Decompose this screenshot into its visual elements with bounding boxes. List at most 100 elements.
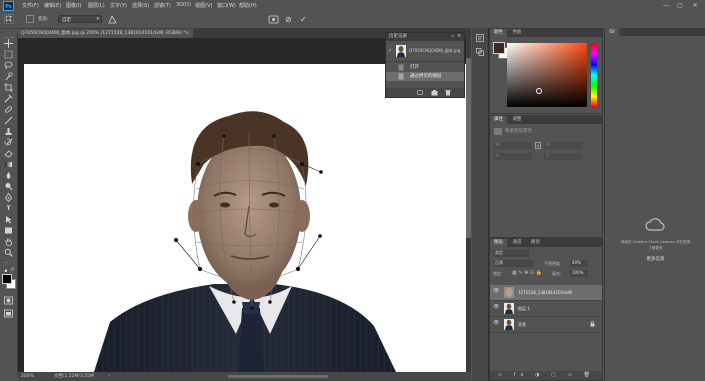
new-document-from-state-icon[interactable] xyxy=(417,90,423,95)
brush-tool-icon[interactable] xyxy=(4,116,13,125)
reference-point-icon[interactable] xyxy=(26,15,34,23)
menu-edit[interactable]: 编辑(E) xyxy=(44,2,61,9)
layer-actions-icons[interactable]: ∞ fx ◑ ▢ ▭ 🗑 xyxy=(498,372,595,378)
document-info[interactable]: 文档:1.52M/3.55M xyxy=(54,372,94,381)
screen-mode-icon[interactable] xyxy=(4,309,13,318)
menu-view[interactable]: 视图(V) xyxy=(195,2,212,9)
libraries-learn-more-link[interactable]: 了解更多 xyxy=(609,246,702,251)
blur-tool-icon[interactable] xyxy=(4,171,13,180)
marquee-tool-icon[interactable] xyxy=(4,50,13,59)
toolbox-grip[interactable] xyxy=(2,34,15,38)
history-brush-tool-icon[interactable] xyxy=(4,138,13,147)
path-select-tool-icon[interactable] xyxy=(4,215,13,224)
menu-filter[interactable]: 滤镜(T) xyxy=(154,2,171,9)
tab-swatches[interactable]: 色板 xyxy=(508,29,525,37)
warp-orientation-icon[interactable] xyxy=(108,15,117,24)
warp-style-select[interactable]: 自定 ▾ xyxy=(58,15,102,23)
link-proportions-icon[interactable]: ∞ xyxy=(535,142,541,149)
dodge-tool-icon[interactable] xyxy=(4,182,13,191)
lasso-tool-icon[interactable] xyxy=(4,61,13,70)
eye-icon[interactable]: 👁 xyxy=(493,321,499,326)
tab-properties[interactable]: 属性 xyxy=(490,116,507,124)
close-tab-icon[interactable]: × xyxy=(185,29,189,38)
fill-field[interactable]: 100% xyxy=(570,270,588,277)
lock-icons[interactable]: ▦ ✎ ✥ ⊡ 🔒 xyxy=(512,270,542,276)
zoom-level[interactable]: 200% xyxy=(21,372,34,381)
properties-panel-icon[interactable] xyxy=(476,48,484,56)
layer-row[interactable]: 👁 图层 1 xyxy=(490,301,602,317)
menu-type[interactable]: 文字(Y) xyxy=(110,2,127,9)
layer-row[interactable]: 👁 背景 xyxy=(490,317,602,333)
layer-row-selected[interactable]: 👁 1271528_1381814101dvW xyxy=(490,285,602,301)
tab-channels[interactable]: 通道 xyxy=(508,239,525,247)
more-tools-icon[interactable]: ··· xyxy=(3,260,8,266)
collapse-panel-icon[interactable]: « xyxy=(451,33,454,41)
menu-3d[interactable]: 3D(D) xyxy=(176,2,191,8)
history-panel-title[interactable]: 历史记录 xyxy=(389,34,407,39)
gradient-tool-icon[interactable] xyxy=(4,160,13,169)
vertical-scrollbar[interactable] xyxy=(466,38,471,372)
quick-mask-icon[interactable] xyxy=(4,296,13,305)
maximize-icon[interactable]: ▢ xyxy=(675,1,685,10)
pen-tool-icon[interactable] xyxy=(4,193,13,202)
history-item[interactable]: 打开 xyxy=(386,63,464,72)
snapshot-brush-icon[interactable]: ✓ xyxy=(388,48,392,54)
eye-icon[interactable]: 👁 xyxy=(493,289,499,294)
layer-kind-filter[interactable]: 类型 xyxy=(493,250,529,257)
cancel-transform-icon[interactable]: ⊘ xyxy=(285,14,292,25)
move-tool-icon[interactable] xyxy=(4,39,13,48)
tab-color[interactable]: 颜色 xyxy=(490,29,507,37)
foreground-color-swatch[interactable] xyxy=(2,274,12,284)
eraser-tool-icon[interactable] xyxy=(4,149,13,158)
menu-image[interactable]: 图像(I) xyxy=(66,2,81,9)
menu-select[interactable]: 选择(S) xyxy=(132,2,149,9)
color-picker-cursor[interactable] xyxy=(536,88,542,94)
eyedropper-tool-icon[interactable] xyxy=(4,94,13,103)
healing-tool-icon[interactable] xyxy=(4,105,13,114)
history-snapshot[interactable]: ✓ Q7050CNQ04BW_副本.jpg xyxy=(386,43,464,62)
commit-transform-icon[interactable]: ✓ xyxy=(300,14,307,25)
color-field[interactable] xyxy=(507,43,587,107)
eye-icon[interactable]: 👁 xyxy=(493,305,499,310)
zoom-tool-icon[interactable] xyxy=(4,248,13,257)
history-panel-icon[interactable] xyxy=(476,34,484,42)
tool-preset-picker[interactable] xyxy=(4,14,14,24)
width-field[interactable]: W: xyxy=(494,142,532,149)
tab-adjustments[interactable]: 调整 xyxy=(508,116,525,124)
clone-stamp-tool-icon[interactable] xyxy=(4,127,13,136)
tab-libraries[interactable] xyxy=(605,28,619,38)
blend-mode-select[interactable]: 正常 xyxy=(493,260,533,267)
shape-tool-icon[interactable] xyxy=(4,226,13,235)
hue-slider[interactable] xyxy=(591,43,597,107)
default-colors-icon[interactable] xyxy=(2,267,8,273)
menu-window[interactable]: 窗口(W) xyxy=(217,2,236,9)
tab-layers[interactable]: 图层 xyxy=(490,239,507,247)
x-field[interactable]: X: xyxy=(494,153,532,160)
switch-warp-mode-icon[interactable] xyxy=(268,14,279,25)
menu-help[interactable]: 帮助(H) xyxy=(239,2,257,9)
menu-layer[interactable]: 图层(L) xyxy=(88,2,105,9)
type-tool-icon[interactable]: T xyxy=(4,204,13,213)
minimize-icon[interactable]: — xyxy=(661,1,671,10)
status-menu-icon[interactable]: › xyxy=(108,372,110,381)
quick-select-tool-icon[interactable] xyxy=(4,72,13,81)
camera-icon[interactable] xyxy=(431,89,438,96)
trash-icon[interactable] xyxy=(445,89,451,96)
menu-file[interactable]: 文件(F) xyxy=(22,2,39,9)
document-tab[interactable]: Q7050CNQ04BW_副本.jpg @ 200% (1271528_1381… xyxy=(18,29,193,38)
height-field[interactable]: H: xyxy=(544,142,582,149)
canvas[interactable] xyxy=(24,64,466,372)
more-info-button[interactable]: 更多信息 xyxy=(635,256,676,262)
vertical-scroll-thumb[interactable] xyxy=(466,58,471,238)
panel-menu-icon[interactable]: ≡ xyxy=(457,33,461,41)
foreground-color-chip[interactable] xyxy=(493,42,505,54)
y-field[interactable]: Y: xyxy=(544,153,582,160)
hand-tool-icon[interactable] xyxy=(4,237,13,246)
tab-paths[interactable]: 路径 xyxy=(527,239,544,247)
opacity-field[interactable]: 40% xyxy=(570,260,588,267)
crop-tool-icon[interactable] xyxy=(4,83,13,92)
horizontal-scroll-thumb[interactable] xyxy=(228,375,328,378)
close-icon[interactable]: ✕ xyxy=(690,1,700,10)
history-item-active[interactable]: 通过拷贝的图层 xyxy=(386,72,464,81)
swap-colors-icon[interactable]: ↺ xyxy=(10,267,14,273)
